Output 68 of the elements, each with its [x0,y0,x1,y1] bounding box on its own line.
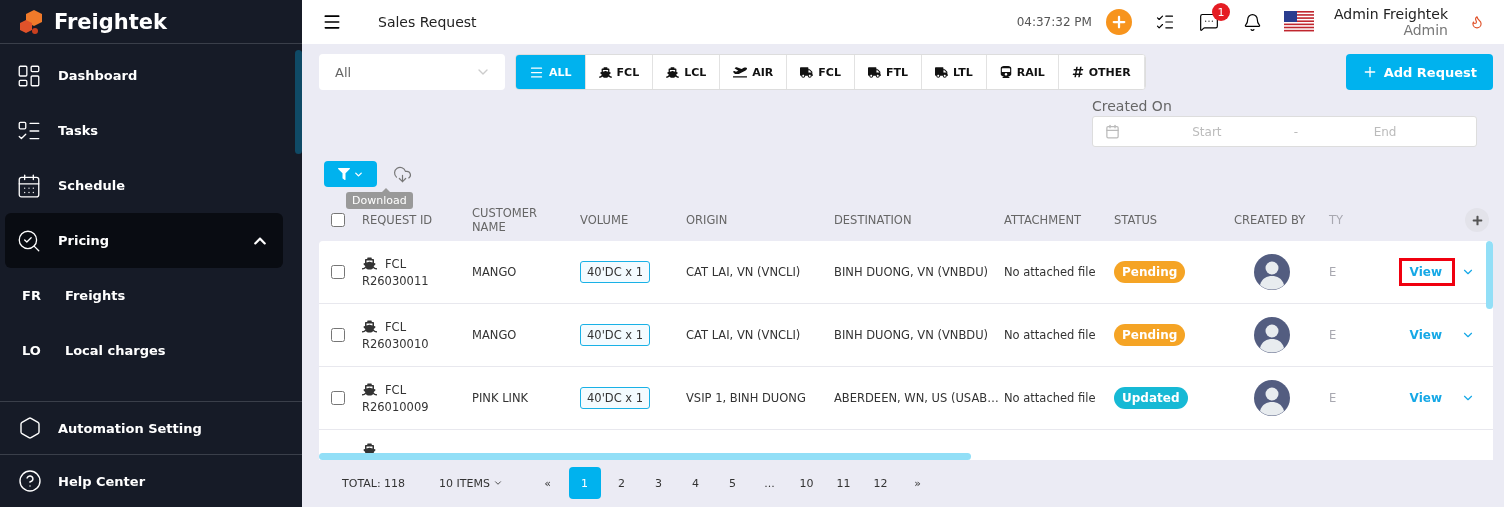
nav-subitem[interactable]: LO Local charges [0,323,302,378]
table-cell-text: E [1329,265,1338,279]
page-button[interactable]: 2 [605,467,638,499]
filter-select[interactable]: All [319,54,505,90]
table-cell-text: R26010009 [362,400,430,414]
volume-tag: 40'DC x 1 [580,387,651,409]
page-button[interactable]: 4 [679,467,712,499]
total-count: TOTAL: 118 [342,476,406,490]
nav-item[interactable]: Pricing [5,213,283,268]
nav-item[interactable]: Schedule [5,158,283,213]
table-cell-text: R26030011 [362,274,430,288]
column-header: CUSTOMER NAME [472,206,538,234]
nav-item[interactable]: Automation Setting [0,401,302,454]
table-cell-text: BINH DUONG, VN (VNBDU) [834,328,990,342]
column-header: CREATED BY [1234,213,1307,227]
table-cell-text: MANGO [472,265,518,279]
table-cell-text: ABERDEEN, WN, US (USAB… [834,391,1000,405]
previous-page-button[interactable]: « [531,467,564,499]
volume-tag: 40'DC x 1 [580,261,651,283]
volume-tag: 40'DC x 1 [580,324,651,346]
page-button[interactable]: 10 [790,467,823,499]
nav-label: Freights [64,288,126,303]
table-cell-text: BINH DUONG, VN (VNBDU) [834,265,990,279]
column-header: STATUS [1114,213,1159,227]
nav-item[interactable]: Tasks [5,103,283,158]
status-badge: Pending [1114,261,1186,283]
table-cell: FCL [385,382,407,397]
table-cell-text: PINK LINK [472,391,530,405]
next-page-button[interactable]: » [901,467,934,499]
table-cell-text: E [1329,391,1338,405]
page-button[interactable]: 5 [716,467,749,499]
page-button[interactable]: 3 [642,467,675,499]
table-cell-text: No attached file [1004,265,1097,279]
field-label: Created On [1092,98,1173,114]
column-header: DESTINATION [834,213,913,227]
table-cell-text: CAT LAI, VN (VNCLI) [686,328,802,342]
user-name: Admin Freightek [1333,6,1448,22]
page-title: Sales Request [378,14,478,30]
clock-time: 04:37:32 PM [1016,15,1092,29]
nav-abbreviation: FR [22,288,41,303]
column-header: ATTACHMENT [1004,213,1083,227]
nav-item[interactable]: Help Center [0,454,302,507]
table-cell-text: MANGO [472,328,518,342]
table-cell-text: VSIP 1, BINH DUONG [686,391,807,405]
table-cell-text: No attached file [1004,328,1097,342]
logo-text: Freightek [54,9,168,34]
column-header: ORIGIN [686,213,729,227]
status-badge: Pending [1114,324,1186,346]
column-header: TY [1329,213,1345,227]
table-cell-text: CAT LAI, VN (VNCLI) [686,265,802,279]
nav-subitem[interactable]: FR Freights [0,268,302,323]
user-role: Admin [1403,22,1448,38]
column-header: VOLUME [580,213,630,227]
column-header: REQUEST ID [362,213,434,227]
page-button[interactable]: 11 [827,467,860,499]
page-button[interactable]: 12 [864,467,897,499]
notification-badge: 1 [1211,3,1230,21]
page-button[interactable]: ... [753,467,786,499]
table-cell: FCL [385,319,407,334]
table-cell-text: E [1329,328,1338,342]
page-size-select[interactable]: 10 ITEMS [439,476,503,490]
nav-item[interactable]: Dashboard [5,48,283,103]
nav-label: Local charges [64,343,166,358]
table-cell-text: No attached file [1004,391,1097,405]
table-cell-text: R26030010 [362,337,430,351]
status-badge: Updated [1114,387,1188,409]
table-cell: FCL [385,256,407,271]
nav-abbreviation: LO [22,343,41,358]
